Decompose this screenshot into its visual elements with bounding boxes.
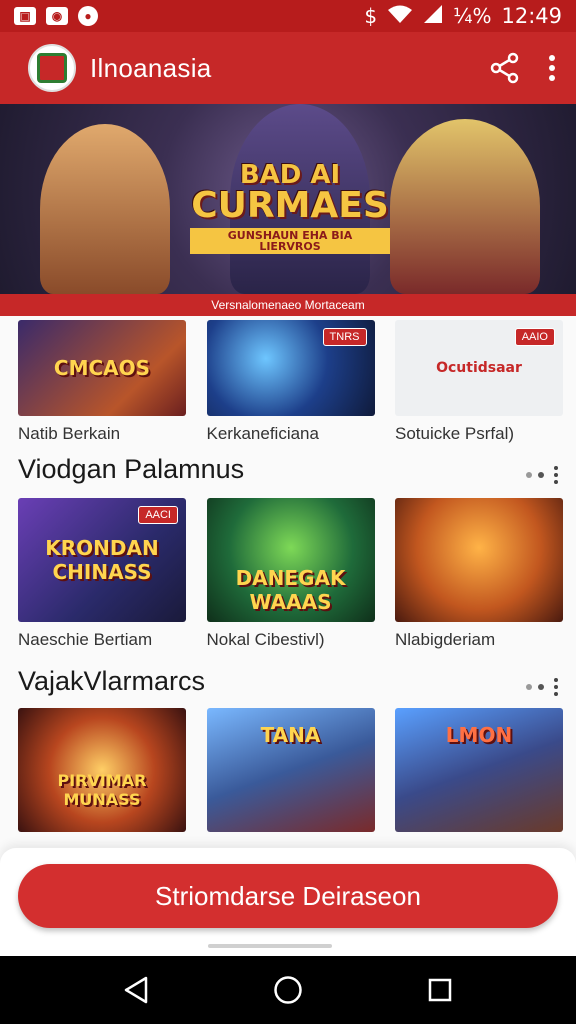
section-title: VajakVlarmarcs: [18, 666, 206, 696]
more-vert-icon: [554, 466, 558, 484]
wifi-icon: [387, 4, 413, 29]
section-more-button[interactable]: [526, 466, 558, 484]
game-title: Nokal Cibestivl): [206, 630, 325, 649]
signal-icon: [423, 4, 443, 29]
status-bar: ▣ ◉ ● $ ¼% 12:49: [0, 0, 576, 32]
gallery-notification-icon: ▣: [14, 7, 36, 25]
section-title: Viodgan Palamnus: [18, 454, 245, 484]
battery-text: ¼%: [453, 4, 492, 28]
back-icon[interactable]: [116, 970, 156, 1010]
game-thumbnail: [395, 498, 563, 622]
game-title: Nlabigderiam: [395, 630, 496, 649]
status-bar-notifications: ▣ ◉ ●: [14, 6, 98, 26]
recents-icon[interactable]: [420, 970, 460, 1010]
banner-title-line2: CURMAES: [191, 185, 389, 226]
thumbnail-art-text: PIRVIMAR MUNASS: [57, 771, 147, 809]
game-title: Kerkaneficiana: [206, 424, 319, 443]
hero-banner[interactable]: BAD AI CURMAES GUNSHAUN EHA BIA LIERVROS…: [0, 104, 576, 316]
app-logo-icon[interactable]: [28, 44, 76, 92]
game-card[interactable]: TANA: [206, 708, 375, 832]
game-title: Naeschie Bertiam: [18, 630, 153, 649]
game-thumbnail: Ocutidsaar AAIO: [395, 320, 563, 416]
game-card[interactable]: DANEGAK WAAAS Nokal Cibestivl): [206, 498, 375, 650]
game-card[interactable]: CMCAOS Natib Berkain: [18, 320, 186, 444]
logo-mark: [37, 53, 67, 83]
game-title: Natib Berkain: [18, 424, 121, 443]
cta-sheet: Striomdarse Deiraseon: [0, 848, 576, 956]
share-icon[interactable]: [488, 51, 522, 85]
thumbnail-art-text: KRONDAN CHINASS: [45, 536, 159, 584]
thumbnail-art-text: LMON: [445, 723, 513, 747]
thumbnail-badge: AACI: [138, 506, 178, 524]
game-card[interactable]: Ocutidsaar AAIO Sotuicke Psrfal): [395, 320, 563, 444]
page-dot: [526, 684, 532, 690]
app-bar: Ilnoanasia: [0, 32, 576, 104]
game-title: Sotuicke Psrfal): [395, 424, 515, 443]
game-thumbnail: DANEGAK WAAAS: [206, 498, 375, 622]
banner-hero-left: [40, 124, 170, 294]
banner-caption: Versnalomenaeo Mortaceam: [0, 294, 576, 316]
app-title: Ilnoanasia: [90, 52, 212, 83]
banner-hero-right: [390, 119, 540, 294]
app-notification-icon: ◉: [46, 7, 68, 25]
game-thumbnail: LMON: [395, 708, 563, 832]
sheet-handle[interactable]: [208, 944, 332, 948]
game-thumbnail: TANA: [206, 708, 375, 832]
content-feed[interactable]: CMCAOS Natib Berkain TNRS Kerkaneficiana…: [0, 316, 576, 876]
thumbnail-art-text: CMCAOS: [53, 356, 151, 380]
game-card[interactable]: PIRVIMAR MUNASS: [18, 708, 186, 832]
game-card[interactable]: KRONDAN CHINASS AACI Naeschie Bertiam: [18, 498, 186, 650]
app-bar-actions: [488, 51, 556, 85]
thumbnail-art-text: TANA: [260, 723, 321, 747]
game-thumbnail: CMCAOS: [18, 320, 186, 416]
section-more-button[interactable]: [526, 678, 558, 696]
primary-cta-button[interactable]: Striomdarse Deiraseon: [18, 864, 558, 928]
system-nav-bar: [0, 956, 576, 1024]
banner-logo: BAD AI CURMAES GUNSHAUN EHA BIA LIERVROS: [190, 162, 390, 254]
clock: 12:49: [501, 4, 562, 28]
game-row-section2: PIRVIMAR MUNASS TANA LMON: [18, 708, 563, 832]
thumbnail-badge: TNRS: [322, 328, 367, 346]
game-thumbnail: KRONDAN CHINASS AACI: [18, 498, 186, 622]
banner-tagline: GUNSHAUN EHA BIA LIERVROS: [190, 228, 390, 254]
thumbnail-art-text: Ocutidsaar: [436, 360, 522, 376]
game-thumbnail: PIRVIMAR MUNASS: [18, 708, 186, 832]
thumbnail-badge: AAIO: [514, 328, 555, 346]
more-vert-icon: [554, 678, 558, 696]
game-row-top: CMCAOS Natib Berkain TNRS Kerkaneficiana…: [18, 320, 563, 444]
game-card[interactable]: Nlabigderiam: [395, 498, 563, 650]
page-dot: [526, 472, 532, 478]
home-icon[interactable]: [268, 970, 308, 1010]
more-vert-icon[interactable]: [548, 54, 556, 82]
game-thumbnail: TNRS: [206, 320, 375, 416]
game-card[interactable]: LMON: [395, 708, 563, 832]
game-row-section1: KRONDAN CHINASS AACI Naeschie Bertiam DA…: [18, 498, 563, 650]
page-dot: [538, 684, 544, 690]
info-notification-icon: ●: [78, 6, 98, 26]
thumbnail-art-text: DANEGAK WAAAS: [235, 566, 346, 614]
game-card[interactable]: TNRS Kerkaneficiana: [206, 320, 375, 444]
dollar-icon: $: [364, 4, 378, 28]
status-bar-system: $ ¼% 12:49: [364, 4, 562, 29]
screen: ▣ ◉ ● $ ¼% 12:49 Ilnoanasia BAD AI CURMA…: [0, 0, 576, 1024]
page-dot: [538, 472, 544, 478]
